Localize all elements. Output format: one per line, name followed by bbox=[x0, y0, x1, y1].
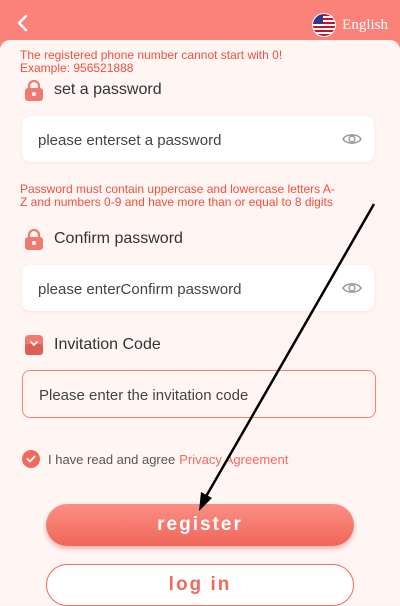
chevron-left-icon bbox=[17, 14, 28, 32]
password-label: set a password bbox=[54, 81, 162, 98]
privacy-agreement-link[interactable]: Privacy Agreement bbox=[179, 452, 288, 467]
invitation-label: Invitation Code bbox=[54, 336, 161, 353]
password-input[interactable] bbox=[36, 116, 340, 164]
eye-icon[interactable] bbox=[342, 129, 362, 149]
us-flag-icon bbox=[312, 13, 337, 37]
language-label: English bbox=[342, 16, 388, 33]
lock-icon bbox=[25, 79, 43, 101]
confirm-password-input[interactable] bbox=[36, 265, 340, 313]
password-label-row: set a password bbox=[22, 78, 162, 102]
agreement-row: I have read and agree Privacy Agreement bbox=[22, 450, 288, 468]
agreement-checkbox[interactable] bbox=[22, 450, 40, 468]
agreement-text: I have read and agree bbox=[48, 451, 176, 467]
invitation-code-input[interactable] bbox=[37, 371, 341, 419]
register-button[interactable]: register bbox=[46, 504, 354, 546]
password-hint: Password must contain uppercase and lowe… bbox=[20, 182, 335, 209]
login-button[interactable]: log in bbox=[46, 564, 354, 606]
invitation-icon bbox=[25, 335, 43, 355]
back-button[interactable] bbox=[10, 10, 36, 36]
password-field[interactable] bbox=[22, 116, 374, 164]
confirm-label-row: Confirm password bbox=[22, 227, 183, 251]
lock-icon bbox=[25, 228, 43, 250]
language-selector[interactable]: English bbox=[312, 13, 388, 37]
eye-icon[interactable] bbox=[342, 278, 362, 298]
check-icon bbox=[26, 455, 36, 463]
invitation-label-row: Invitation Code bbox=[22, 333, 161, 357]
confirm-label: Confirm password bbox=[54, 230, 183, 247]
invitation-code-field[interactable] bbox=[22, 370, 376, 419]
phone-hint: The registered phone number cannot start… bbox=[20, 48, 283, 75]
confirm-password-field[interactable] bbox=[22, 265, 374, 313]
